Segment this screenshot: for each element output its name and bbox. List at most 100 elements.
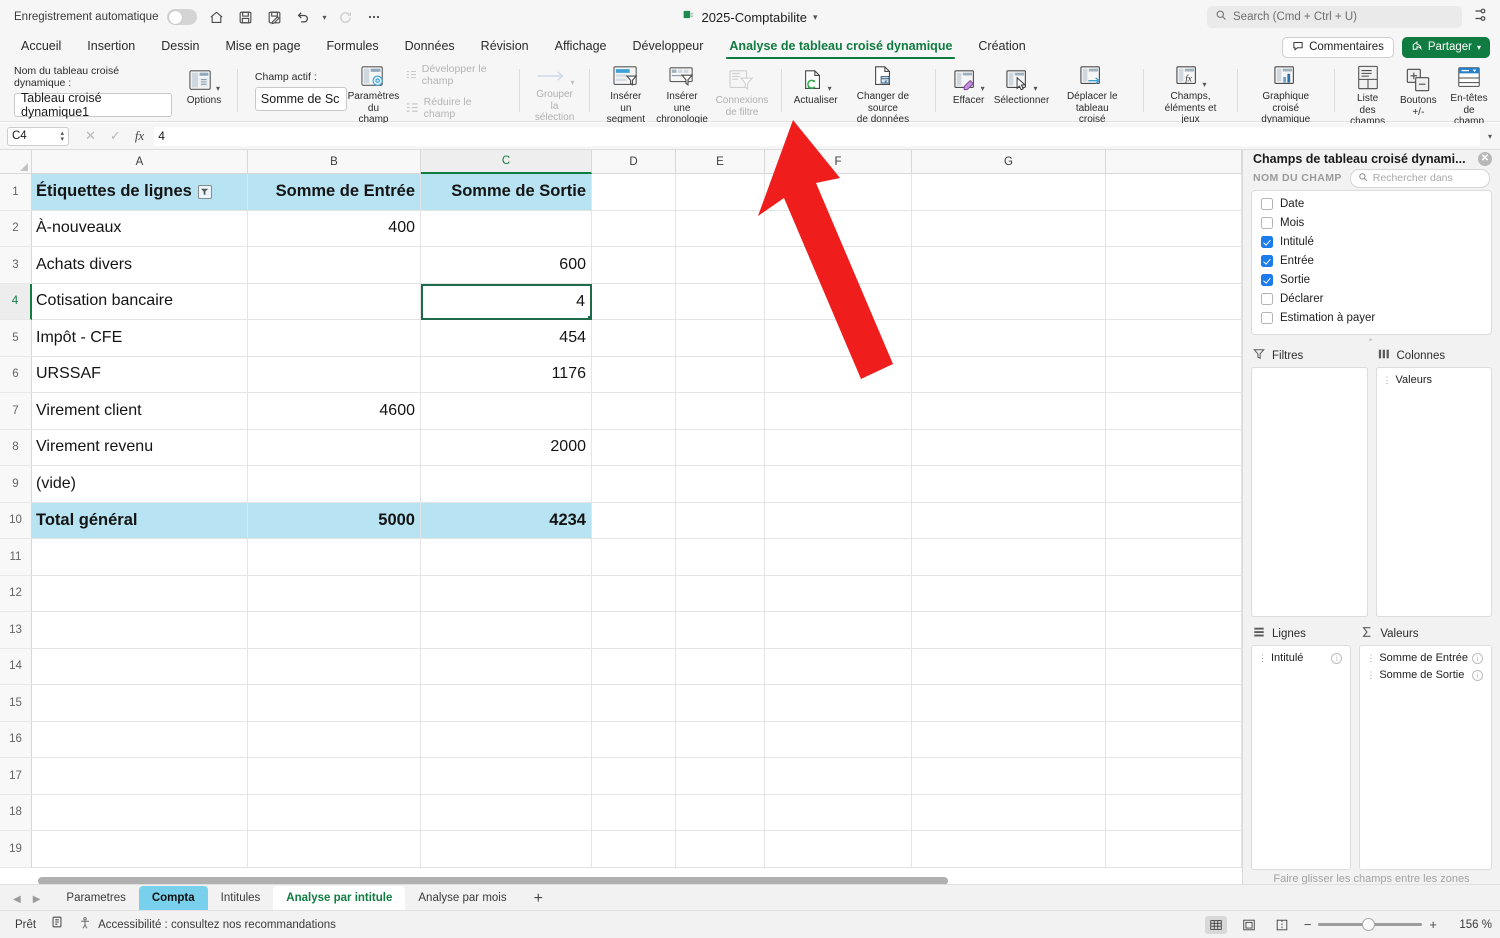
cell-e2[interactable] bbox=[676, 210, 765, 247]
drag-handle-icon[interactable]: ⋮ bbox=[1383, 375, 1392, 385]
cell-f8[interactable] bbox=[765, 429, 912, 466]
cell-e7[interactable] bbox=[676, 393, 765, 430]
row-header-2[interactable]: 2 bbox=[0, 210, 32, 247]
cell-b10[interactable]: 5000 bbox=[248, 502, 421, 539]
ribbon-tab-donnees[interactable]: Données bbox=[392, 36, 468, 58]
plus-minus-buttons-button[interactable]: Boutons +/- bbox=[1392, 60, 1445, 122]
cell-h14[interactable] bbox=[1106, 648, 1242, 685]
cell-d8[interactable] bbox=[592, 429, 676, 466]
field-checkbox-date[interactable] bbox=[1261, 198, 1273, 210]
ribbon-tab-insertion[interactable]: Insertion bbox=[74, 36, 148, 58]
cell-d16[interactable] bbox=[592, 721, 676, 758]
cell-a8[interactable]: Virement revenu bbox=[32, 429, 248, 466]
chip-info-icon[interactable]: i bbox=[1472, 669, 1483, 681]
drag-handle-icon[interactable]: ⋮ bbox=[1258, 653, 1267, 663]
zone-dropbox-valeurs[interactable]: ⋮ Somme de Entrée i ⋮ Somme de Sortie i bbox=[1359, 644, 1492, 870]
cell-f4[interactable] bbox=[765, 283, 912, 320]
cell-a14[interactable] bbox=[32, 648, 248, 685]
cell-g4[interactable] bbox=[912, 283, 1106, 320]
field-checkbox-estimation[interactable] bbox=[1261, 312, 1273, 324]
row-header-17[interactable]: 17 bbox=[0, 758, 32, 795]
row-header-4[interactable]: 4 bbox=[0, 283, 32, 320]
cell-a7[interactable]: Virement client bbox=[32, 393, 248, 430]
insert-timeline-button[interactable]: Insérer une chronologie bbox=[652, 60, 711, 125]
name-box[interactable]: C4 ▴ ▾ bbox=[7, 126, 69, 146]
cell-c10[interactable]: 4234 bbox=[421, 502, 592, 539]
cell-b7[interactable]: 4600 bbox=[248, 393, 421, 430]
pivot-name-input[interactable]: Tableau croisé dynamique1 bbox=[14, 91, 172, 119]
zoom-out-button[interactable]: − bbox=[1304, 917, 1312, 932]
cell-g13[interactable] bbox=[912, 612, 1106, 649]
name-box-spinner-icon[interactable]: ▴ ▾ bbox=[60, 130, 64, 143]
add-sheet-button[interactable]: + bbox=[520, 890, 557, 910]
cell-g2[interactable] bbox=[912, 210, 1106, 247]
cell-h8[interactable] bbox=[1106, 429, 1242, 466]
cell-d19[interactable] bbox=[592, 831, 676, 868]
cell-e13[interactable] bbox=[676, 612, 765, 649]
close-icon[interactable]: ✕ bbox=[1478, 152, 1492, 167]
share-button[interactable]: Partager ▾ bbox=[1401, 36, 1490, 58]
cell-a11[interactable] bbox=[32, 539, 248, 576]
ribbon-tab-accueil[interactable]: Accueil bbox=[8, 36, 74, 58]
insert-slicer-button[interactable]: Insérer un segment bbox=[599, 60, 652, 125]
column-header-f[interactable]: F bbox=[765, 150, 912, 174]
cell-c19[interactable] bbox=[421, 831, 592, 868]
cell-c18[interactable] bbox=[421, 794, 592, 831]
cell-g7[interactable] bbox=[912, 393, 1106, 430]
cell-c11[interactable] bbox=[421, 539, 592, 576]
cell-b2[interactable]: 400 bbox=[248, 210, 421, 247]
cell-d14[interactable] bbox=[592, 648, 676, 685]
cell-e17[interactable] bbox=[676, 758, 765, 795]
row-header-3[interactable]: 3 bbox=[0, 247, 32, 284]
field-item-declarer[interactable]: Déclarer bbox=[1252, 290, 1491, 309]
formula-input[interactable]: 4 bbox=[154, 126, 1480, 146]
cell-d5[interactable] bbox=[592, 320, 676, 357]
cell-c5[interactable]: 454 bbox=[421, 320, 592, 357]
formula-cancel-icon[interactable]: ✕ bbox=[85, 128, 96, 144]
cell-b17[interactable] bbox=[248, 758, 421, 795]
sheet-tab-analyse-par-intitule[interactable]: Analyse par intitule bbox=[273, 886, 406, 910]
cell-b14[interactable] bbox=[248, 648, 421, 685]
chip-info-icon[interactable]: i bbox=[1472, 652, 1483, 664]
change-data-source-button[interactable]: Changer de source de données bbox=[840, 60, 926, 125]
zone-chip-somme-entree[interactable]: ⋮ Somme de Entrée i bbox=[1360, 650, 1491, 667]
cell-e11[interactable] bbox=[676, 539, 765, 576]
cell-h7[interactable] bbox=[1106, 393, 1242, 430]
cell-f14[interactable] bbox=[765, 648, 912, 685]
cell-h9[interactable] bbox=[1106, 466, 1242, 503]
cell-h19[interactable] bbox=[1106, 831, 1242, 868]
cell-f18[interactable] bbox=[765, 794, 912, 831]
cell-c12[interactable] bbox=[421, 575, 592, 612]
cell-b1[interactable]: Somme de Entrée bbox=[248, 174, 421, 211]
sheet-next-icon[interactable]: ▶ bbox=[33, 894, 41, 905]
cell-h2[interactable] bbox=[1106, 210, 1242, 247]
cell-d11[interactable] bbox=[592, 539, 676, 576]
cell-c13[interactable] bbox=[421, 612, 592, 649]
field-checkbox-mois[interactable] bbox=[1261, 217, 1273, 229]
cell-d10[interactable] bbox=[592, 502, 676, 539]
cell-d2[interactable] bbox=[592, 210, 676, 247]
cell-f16[interactable] bbox=[765, 721, 912, 758]
cell-e8[interactable] bbox=[676, 429, 765, 466]
zoom-level-label[interactable]: 156 % bbox=[1448, 919, 1492, 931]
move-pivot-button[interactable]: Déplacer le tableau croisé dynamique bbox=[1050, 60, 1134, 137]
cell-h4[interactable] bbox=[1106, 283, 1242, 320]
column-header-g[interactable]: G bbox=[912, 150, 1106, 174]
refresh-button[interactable]: ▾ Actualiser bbox=[791, 60, 840, 122]
clear-chevron-icon[interactable]: ▾ bbox=[981, 84, 985, 93]
ribbon-tab-affichage[interactable]: Affichage bbox=[542, 36, 620, 58]
cell-a12[interactable] bbox=[32, 575, 248, 612]
cell-h5[interactable] bbox=[1106, 320, 1242, 357]
cell-g18[interactable] bbox=[912, 794, 1106, 831]
cell-f5[interactable] bbox=[765, 320, 912, 357]
cell-d13[interactable] bbox=[592, 612, 676, 649]
cell-a5[interactable]: Impôt - CFE bbox=[32, 320, 248, 357]
field-list-button[interactable]: Liste des champs bbox=[1344, 60, 1392, 127]
cell-e9[interactable] bbox=[676, 466, 765, 503]
undo-chevron-icon[interactable]: ▾ bbox=[322, 13, 326, 22]
options-chevron-icon[interactable]: ▾ bbox=[216, 84, 220, 93]
chip-info-icon[interactable]: i bbox=[1331, 652, 1343, 664]
cell-b16[interactable] bbox=[248, 721, 421, 758]
row-header-16[interactable]: 16 bbox=[0, 721, 32, 758]
cell-f19[interactable] bbox=[765, 831, 912, 868]
